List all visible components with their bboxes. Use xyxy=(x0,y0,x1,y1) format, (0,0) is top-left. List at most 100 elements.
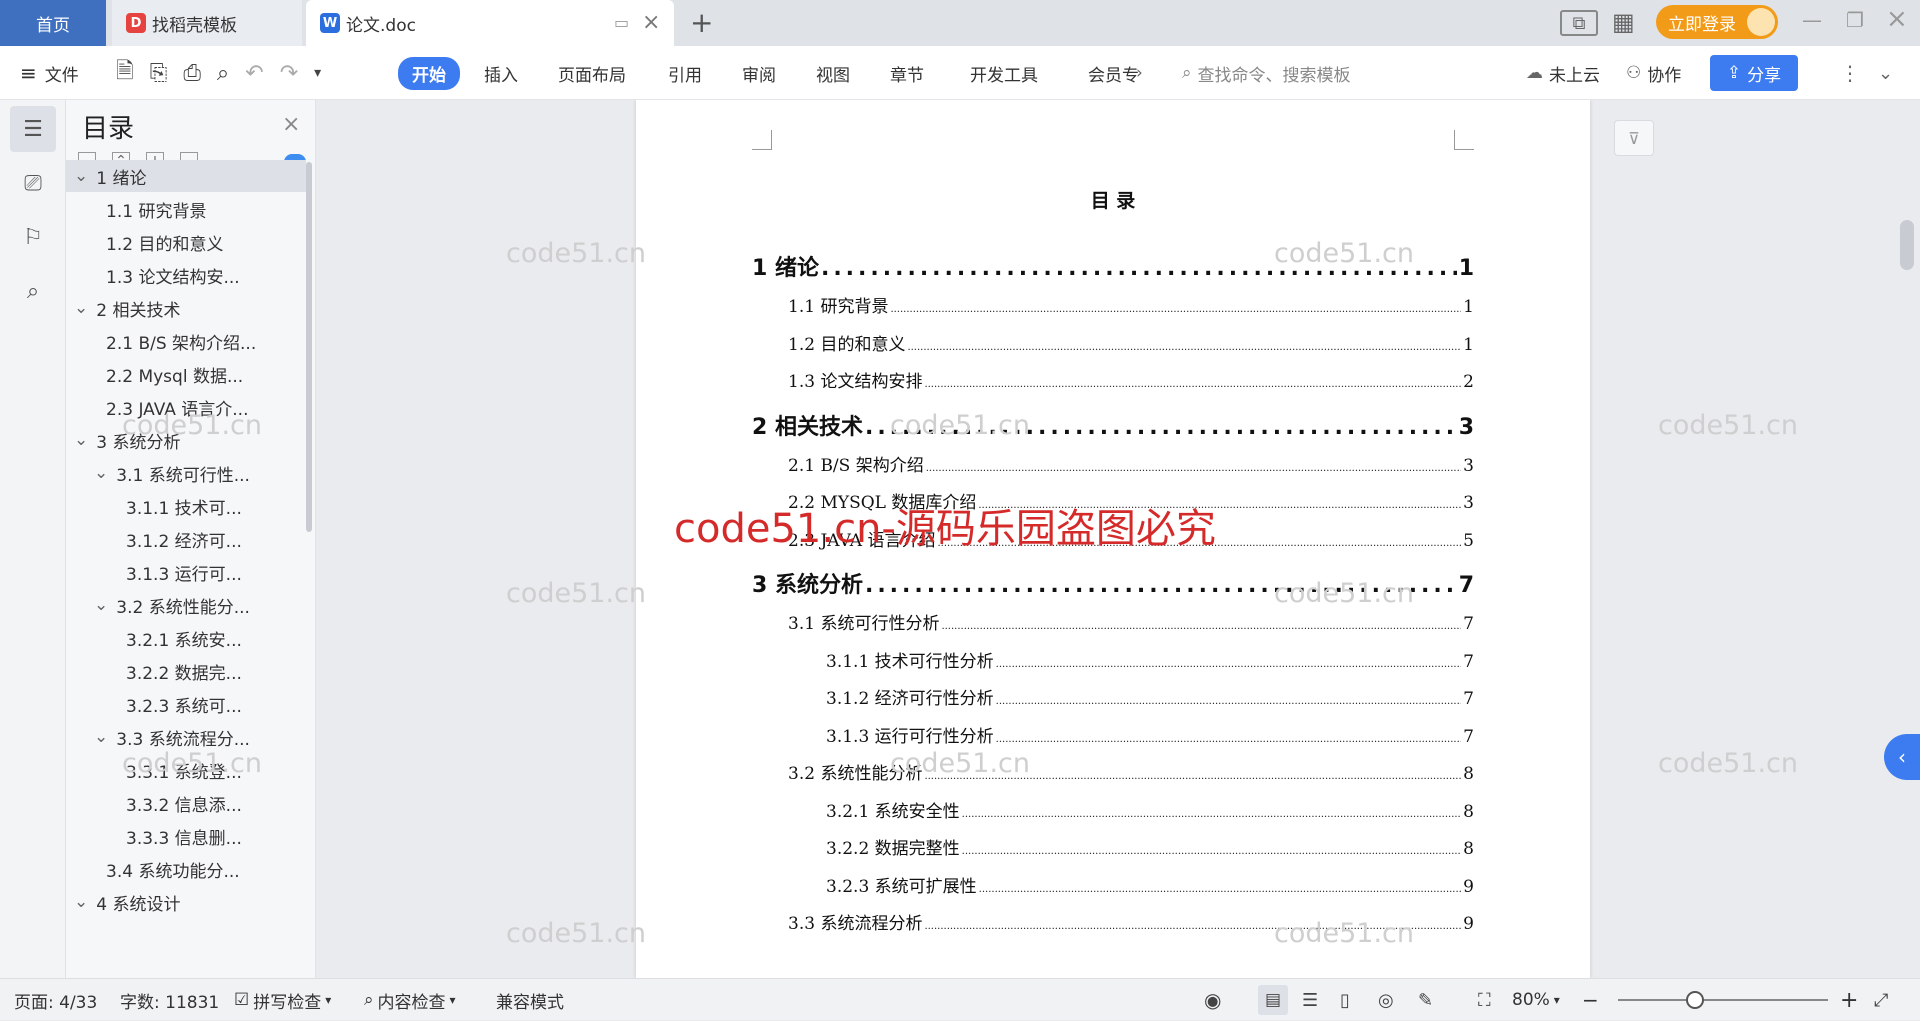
eye-protect-icon[interactable]: ◉ xyxy=(1204,979,1221,1021)
toc-item[interactable]: 1.1 研究背景 xyxy=(106,193,316,225)
toc-item[interactable]: 3.1.2 经济可... xyxy=(126,523,316,555)
toc-section-line[interactable]: 1.3 论文结构安排 2 xyxy=(788,367,1474,392)
toc-scrollbar[interactable] xyxy=(306,162,312,532)
export-icon[interactable]: ⎘ xyxy=(150,61,168,86)
fullscreen-icon[interactable]: ⤢ xyxy=(1874,979,1888,1021)
menu-chapter[interactable]: 章节 xyxy=(890,46,924,100)
collab-button[interactable]: ⚇ 协作 xyxy=(1626,46,1681,100)
toc-section-line[interactable]: 2.1 B/S 架构介绍 3 xyxy=(788,451,1474,476)
restore-icon[interactable]: ❐ xyxy=(1846,8,1864,32)
toc-item[interactable]: 3.3.2 信息添... xyxy=(126,787,316,819)
toc-item[interactable]: 1.2 目的和意义 xyxy=(106,226,316,258)
new-tab-button[interactable]: + xyxy=(690,6,713,39)
toc-section-line[interactable]: 3.1.1 技术可行性分析 7 xyxy=(826,647,1474,672)
chevron-down-icon[interactable]: ⌄ xyxy=(94,595,108,615)
minimize-icon[interactable]: — xyxy=(1802,8,1822,32)
zoom-select[interactable]: 80% ▾ xyxy=(1512,979,1560,1021)
word-count[interactable]: 字数: 11831 xyxy=(120,979,219,1021)
menu-dev-tools[interactable]: 开发工具 xyxy=(970,46,1038,100)
toc-section-line[interactable]: 1.1 研究背景 1 xyxy=(788,292,1474,317)
toc-section-line[interactable]: 3.2.2 数据完整性 8 xyxy=(826,834,1474,859)
redo-icon[interactable]: ↷ xyxy=(280,61,298,86)
save-icon[interactable]: 🗎 xyxy=(116,54,134,92)
command-search[interactable]: ⌕ 查找命令、搜索模板 xyxy=(1182,46,1351,100)
side-panel-toggle-icon[interactable]: ‹ xyxy=(1884,734,1920,780)
more-dropdown-icon[interactable]: ▾ xyxy=(314,65,321,81)
menu-start[interactable]: 开始 xyxy=(396,46,462,100)
content-check[interactable]: ⌕ 内容检查 ▾ xyxy=(364,979,456,1021)
zoom-slider-handle[interactable] xyxy=(1686,991,1704,1009)
page-tools-icon[interactable]: ⊽ xyxy=(1614,120,1654,156)
toc-item[interactable]: 1.3 论文结构安... xyxy=(106,259,316,291)
toc-item[interactable]: 2.1 B/S 架构介绍... xyxy=(106,325,316,357)
toc-item[interactable]: 3.1.3 运行可... xyxy=(126,556,316,588)
menu-view[interactable]: 视图 xyxy=(816,46,850,100)
collapse-ribbon-icon[interactable]: ⌄ xyxy=(1878,46,1893,100)
toc-section-line[interactable]: 3.2.1 系统安全性 8 xyxy=(826,797,1474,822)
toc-item[interactable]: 3.2.3 系统可... xyxy=(126,688,316,720)
page-view-icon[interactable]: ▤ xyxy=(1258,985,1288,1015)
close-panel-icon[interactable]: × xyxy=(282,112,300,137)
toc-item[interactable]: 3.4 系统功能分... xyxy=(106,853,316,885)
toc-section-line[interactable]: 3.1.2 经济可行性分析 7 xyxy=(826,684,1474,709)
print-icon[interactable]: ⎙ xyxy=(183,61,201,86)
more-options-icon[interactable]: ⋮ xyxy=(1840,46,1860,100)
zoom-out-button[interactable]: − xyxy=(1582,979,1599,1021)
tab-template[interactable]: D 找稻壳模板 xyxy=(112,0,302,46)
find-icon[interactable]: ⌕ xyxy=(10,268,56,314)
toc-item[interactable]: ⌄ 4 系统设计 xyxy=(74,886,294,918)
close-window-icon[interactable]: × xyxy=(1886,4,1908,34)
share-button[interactable]: ⇪ 分享 xyxy=(1710,55,1798,91)
zoom-in-button[interactable]: + xyxy=(1840,979,1858,1021)
layout-icon[interactable]: ⧉ xyxy=(1560,10,1598,36)
window-icon[interactable]: ▭ xyxy=(614,13,629,32)
toc-item[interactable]: ⌄ 1 绪论 xyxy=(66,160,306,192)
undo-icon[interactable]: ↶ xyxy=(245,61,263,86)
login-button[interactable]: 立即登录 xyxy=(1656,5,1778,39)
toc-chapter-line[interactable]: 2 相关技术 3 xyxy=(752,409,1474,441)
toc-item[interactable]: 3.3.3 信息删... xyxy=(126,820,316,852)
chevron-down-icon[interactable]: ⌄ xyxy=(94,727,108,747)
zoom-slider[interactable] xyxy=(1618,999,1828,1001)
toc-section-line[interactable]: 3.1 系统可行性分析 7 xyxy=(788,609,1474,634)
outline-view-icon[interactable]: ☰ xyxy=(1302,979,1318,1021)
toc-section-line[interactable]: 1.2 目的和意义 1 xyxy=(788,330,1474,355)
chevron-down-icon[interactable]: ⌄ xyxy=(94,463,108,483)
chevron-down-icon[interactable]: ⌄ xyxy=(74,166,88,186)
close-tab-icon[interactable]: × xyxy=(642,10,660,35)
cloud-status[interactable]: ☁ 未上云 xyxy=(1526,46,1600,100)
toc-section-line[interactable]: 3.1.3 运行可行性分析 7 xyxy=(826,722,1474,747)
toc-item[interactable]: 3.2.1 系统安... xyxy=(126,622,316,654)
collab-icon: ⚇ xyxy=(1626,63,1642,83)
preview-icon[interactable]: ⌕ xyxy=(217,61,229,86)
menu-layout[interactable]: 页面布局 xyxy=(558,46,626,100)
write-mode-icon[interactable]: ✎ xyxy=(1418,979,1433,1021)
apps-grid-icon[interactable]: ▦ xyxy=(1612,8,1635,36)
toc-panel-icon[interactable]: ☰ xyxy=(10,106,56,152)
vertical-scrollbar[interactable] xyxy=(1900,220,1914,270)
fit-page-icon[interactable]: ⛶ xyxy=(1478,979,1491,1021)
page-indicator[interactable]: 页面: 4/33 xyxy=(14,979,97,1021)
toc-item[interactable]: ⌄ 3.1 系统可行性... xyxy=(94,457,314,489)
toc-item[interactable]: ⌄ 2 相关技术 xyxy=(74,292,294,324)
toc-item[interactable]: 3.1.1 技术可... xyxy=(126,490,316,522)
menu-insert[interactable]: 插入 xyxy=(484,46,518,100)
web-view-icon[interactable]: ◎ xyxy=(1378,979,1394,1021)
toc-section-line[interactable]: 3.2.3 系统可扩展性 9 xyxy=(826,872,1474,897)
chevron-down-icon[interactable]: ⌄ xyxy=(74,298,88,318)
navigation-icon[interactable]: ⎚ xyxy=(10,160,56,206)
menu-review[interactable]: 审阅 xyxy=(742,46,776,100)
file-menu[interactable]: ≡ 文件 xyxy=(20,46,79,100)
bookmark-icon[interactable]: ⚐ xyxy=(10,214,56,260)
menu-scroll-right-icon[interactable]: › xyxy=(1136,46,1143,100)
tab-document[interactable]: W 论文.doc ▭ × xyxy=(306,0,674,46)
spell-check[interactable]: ☑ 拼写检查 ▾ xyxy=(234,979,331,1021)
chevron-down-icon[interactable]: ⌄ xyxy=(74,892,88,912)
toc-item[interactable]: ⌄ 3.2 系统性能分... xyxy=(94,589,314,621)
menu-reference[interactable]: 引用 xyxy=(668,46,702,100)
toc-item[interactable]: 3.2.2 数据完... xyxy=(126,655,316,687)
chevron-down-icon[interactable]: ⌄ xyxy=(74,430,88,450)
reading-view-icon[interactable]: ▯ xyxy=(1340,979,1350,1021)
toc-item[interactable]: 2.2 Mysql 数据... xyxy=(106,358,316,390)
tab-home[interactable]: 首页 xyxy=(0,0,106,46)
